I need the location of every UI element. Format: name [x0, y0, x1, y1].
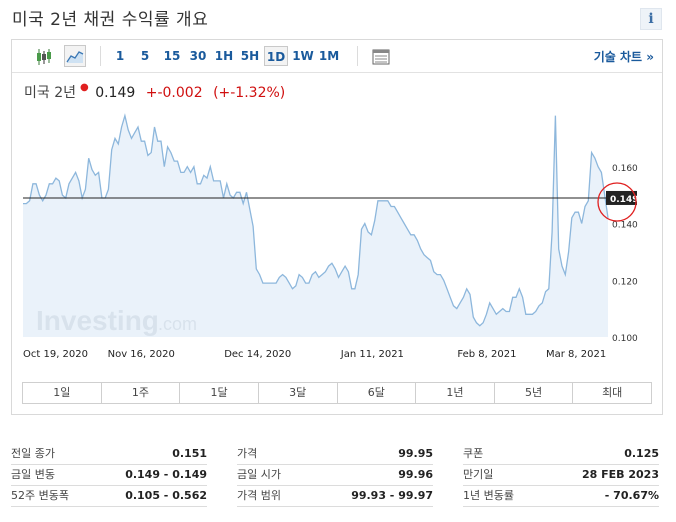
time-range-selector: 1일 1주 1달 3달 6달 1년 5년 최대: [22, 382, 652, 404]
stat-value: 0.105 - 0.562: [125, 489, 207, 502]
stat-label: 1년 변동률: [463, 489, 514, 502]
info-icon[interactable]: i: [640, 8, 662, 30]
stat-row: 쿠폰 0.125: [463, 444, 659, 465]
x-tick-label: Feb 8, 2021: [457, 349, 516, 360]
time-range-button[interactable]: 6달: [338, 383, 417, 403]
stat-row: 전일 종가 0.151: [11, 444, 207, 465]
stat-value: 0.125: [624, 447, 659, 460]
stats-column-1: 전일 종가 0.151 금일 변동 0.149 - 0.149 52주 변동폭 0.105…: [11, 444, 207, 507]
x-tick-label: Jan 11, 2021: [340, 349, 404, 360]
chart-area-fill: [23, 115, 608, 337]
stat-label: 쿠폰: [463, 447, 484, 460]
y-tick-label: 0.160: [612, 164, 638, 174]
time-range-button[interactable]: 5년: [495, 383, 574, 403]
stat-value: 99.95: [398, 447, 433, 460]
stat-value: 0.149 - 0.149: [125, 468, 207, 481]
y-tick-label: 0.140: [612, 221, 638, 231]
x-tick-label: Dec 14, 2020: [224, 349, 291, 360]
stat-row: 금일 시가 99.96: [237, 465, 433, 486]
stat-label: 가격 범위: [237, 489, 281, 502]
stat-row: 가격 범위 99.93 - 99.97: [237, 486, 433, 507]
stat-row: 만기일 28 FEB 2023: [463, 465, 659, 486]
time-range-button[interactable]: 1일: [23, 383, 102, 403]
time-range-button[interactable]: 1년: [416, 383, 495, 403]
stat-row: 1년 변동률 - 70.67%: [463, 486, 659, 507]
y-tick-label: 0.120: [612, 277, 638, 287]
time-range-button[interactable]: 3달: [259, 383, 338, 403]
time-range-button[interactable]: 1달: [180, 383, 259, 403]
time-range-button[interactable]: 1주: [102, 383, 181, 403]
stat-label: 전일 종가: [11, 447, 55, 460]
stats-column-2: 가격 99.95 금일 시가 99.96 가격 범위 99.93 - 99.97: [237, 444, 433, 507]
stat-label: 금일 시가: [237, 468, 281, 481]
last-value-label: 0.149: [610, 195, 638, 205]
price-chart[interactable]: Investing.com0.1600.1400.1200.1000.149Oc…: [12, 40, 662, 380]
y-tick-label: 0.100: [612, 334, 638, 344]
stat-value: 99.96: [398, 468, 433, 481]
x-tick-label: Oct 19, 2020: [23, 349, 88, 360]
stat-value: 0.151: [172, 447, 207, 460]
x-tick-label: Mar 8, 2021: [546, 349, 606, 360]
stat-row: 가격 99.95: [237, 444, 433, 465]
stat-label: 만기일: [463, 468, 494, 481]
stat-row: 금일 변동 0.149 - 0.149: [11, 465, 207, 486]
x-tick-label: Nov 16, 2020: [108, 349, 175, 360]
page-title: 미국 2년 채권 수익률 개요: [12, 10, 209, 30]
stat-label: 가격: [237, 447, 258, 460]
stat-value: 99.93 - 99.97: [351, 489, 433, 502]
stat-row: 52주 변동폭 0.105 - 0.562: [11, 486, 207, 507]
stat-value: - 70.67%: [604, 489, 659, 502]
stat-value: 28 FEB 2023: [582, 468, 659, 481]
stats-column-3: 쿠폰 0.125 만기일 28 FEB 2023 1년 변동률 - 70.67%: [463, 444, 659, 507]
stat-label: 52주 변동폭: [11, 489, 69, 502]
chart-panel: 1 5 15 30 1H 5H 1D 1W 1M 기술 차트 » 미국 2년 ● …: [11, 39, 663, 415]
stat-label: 금일 변동: [11, 468, 55, 481]
time-range-button[interactable]: 최대: [573, 383, 651, 403]
